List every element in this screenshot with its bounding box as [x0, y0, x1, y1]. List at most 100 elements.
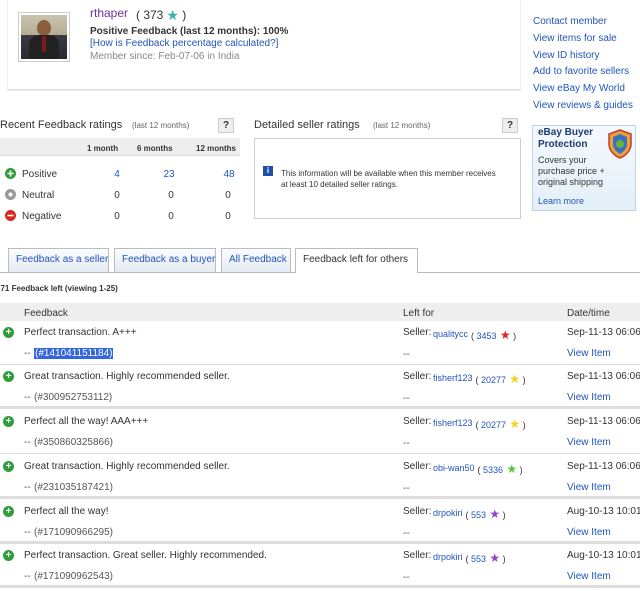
recent-ratings-help-button[interactable]: ? [218, 118, 234, 133]
add-favorite-link[interactable]: Add to favorite sellers [533, 64, 640, 81]
header-left-for: Left for [403, 308, 435, 319]
item-number: (#171090962543) [34, 571, 113, 582]
rating-label-negative: Negative [22, 211, 62, 222]
feedback-comment: Great transaction. Highly recommended se… [24, 461, 230, 472]
view-item-link[interactable]: View Item [567, 437, 611, 448]
seller-label: Seller: [403, 550, 432, 561]
negative-6-months: 0 [168, 211, 174, 222]
left-for-dash: -- [403, 528, 410, 539]
avatar[interactable] [18, 12, 70, 62]
detailed-ratings-title: Detailed seller ratings [254, 119, 360, 131]
shield-icon [608, 129, 632, 159]
seller-label: Seller: [403, 371, 432, 382]
how-calculated-link[interactable]: [How is Feedback percentage calculated?] [90, 38, 278, 49]
header-feedback: Feedback [24, 308, 68, 319]
feedback-date: Sep-11-13 06:06 [567, 371, 640, 382]
positive-icon: + [3, 506, 14, 517]
learn-more-link[interactable]: Learn more [538, 196, 584, 206]
view-item-link[interactable]: View Item [567, 571, 611, 582]
positive-1-month[interactable]: 4 [107, 169, 127, 180]
view-my-world-link[interactable]: View eBay My World [533, 81, 640, 98]
seller-label: Seller: [403, 506, 432, 517]
feedback-comment: Perfect all the way! AAA+++ [24, 416, 149, 427]
seller-score-value[interactable]: 553 [471, 554, 486, 564]
view-id-history-link[interactable]: View ID history [533, 48, 640, 65]
tab-feedback-left-for-others[interactable]: Feedback left for others [295, 248, 418, 273]
member-actions: Contact member View items for sale View … [533, 14, 640, 115]
detailed-ratings-help-button[interactable]: ? [502, 118, 518, 133]
ad-title: eBay Buyer Protection [538, 127, 594, 150]
view-items-link[interactable]: View items for sale [533, 31, 640, 48]
item-number-prefix: -- [24, 437, 31, 448]
seller-score: ( 20277 ★ ) [475, 417, 526, 431]
negative-1-month: 0 [114, 211, 120, 222]
detailed-ratings-subtitle: (last 12 months) [373, 121, 431, 130]
rating-label-neutral: Neutral [22, 190, 55, 201]
item-number: (#171090966295) [34, 527, 113, 538]
item-number-prefix: -- [24, 527, 31, 538]
positive-icon: + [3, 461, 14, 472]
view-item-link[interactable]: View Item [567, 348, 611, 359]
positive-icon: + [3, 327, 14, 338]
seller-label: Seller: [403, 327, 432, 338]
star-icon: ★ [506, 372, 521, 386]
seller-score: ( 3453 ★ ) [471, 328, 517, 342]
positive-icon: + [3, 416, 14, 427]
seller-score: ( 5336 ★ ) [477, 462, 523, 476]
tab-feedback-as-seller[interactable]: Feedback as a seller [8, 248, 109, 272]
seller-link[interactable]: obi-wan50 [433, 463, 475, 473]
left-for-dash: -- [403, 483, 410, 494]
positive-12-months[interactable]: 48 [219, 169, 239, 180]
seller-score: ( 553 ★ ) [465, 507, 506, 521]
view-item-link[interactable]: View Item [567, 392, 611, 403]
star-icon: ★ [506, 417, 521, 431]
tab-all-feedback[interactable]: All Feedback [221, 248, 291, 272]
star-icon: ★ [166, 7, 179, 23]
ad-text: Covers your purchase price + original sh… [538, 155, 605, 187]
detailed-ratings-message: This information will be available when … [281, 169, 496, 189]
seller-score-value[interactable]: 553 [471, 510, 486, 520]
seller-link[interactable]: drpokiri [433, 508, 463, 518]
view-item-link[interactable]: View Item [567, 527, 611, 538]
feedback-comment: Great transaction. Highly recommended se… [24, 371, 230, 382]
tab-feedback-as-buyer[interactable]: Feedback as a buyer [114, 248, 216, 272]
positive-6-months[interactable]: 23 [159, 169, 179, 180]
username-link[interactable]: rthaper [90, 6, 128, 20]
feedback-comment: Perfect all the way! [24, 506, 109, 517]
seller-score: ( 20277 ★ ) [475, 372, 526, 386]
item-number-prefix: -- [24, 348, 31, 359]
star-icon: ★ [486, 551, 501, 565]
seller-link[interactable]: drpokiri [433, 552, 463, 562]
positive-icon [5, 168, 16, 179]
seller-link[interactable]: qualitycc [433, 329, 468, 339]
feedback-date: Sep-11-13 06:06 [567, 461, 640, 472]
seller-link[interactable]: fisherf123 [433, 373, 473, 383]
table-header [0, 303, 640, 321]
rating-label-positive: Positive [22, 169, 58, 180]
view-item-link[interactable]: View Item [567, 482, 611, 493]
item-number-prefix: -- [24, 571, 31, 582]
member-since-text: Member since: Feb-07-06 in India [90, 51, 240, 62]
seller-score-value[interactable]: 5336 [483, 465, 503, 475]
feedback-date: Sep-11-13 06:06 [567, 416, 640, 427]
seller-score-value[interactable]: 3453 [477, 331, 497, 341]
item-number: (#300952753112) [34, 392, 113, 403]
left-for-dash: -- [403, 349, 410, 360]
positive-icon: + [3, 371, 14, 382]
neutral-6-months: 0 [168, 190, 174, 201]
neutral-icon [5, 189, 16, 200]
feedback-date: Aug-10-13 10:01 [567, 550, 640, 561]
seller-score-value[interactable]: 20277 [481, 375, 506, 385]
seller-label: Seller: [403, 461, 432, 472]
contact-member-link[interactable]: Contact member [533, 14, 640, 31]
seller-link[interactable]: fisherf123 [433, 418, 473, 428]
feedback-comment: Perfect transaction. A+++ [24, 327, 137, 338]
feedback-count: 371 Feedback left (viewing 1-25) [0, 284, 118, 293]
left-for-dash: -- [403, 438, 410, 449]
neutral-12-months: 0 [225, 190, 231, 201]
item-number-prefix: -- [24, 482, 31, 493]
recent-ratings-title: Recent Feedback ratings [0, 119, 123, 131]
view-reviews-link[interactable]: View reviews & guides [533, 98, 640, 115]
seller-score-value[interactable]: 20277 [481, 420, 506, 430]
item-number: (#141041151184) [34, 348, 114, 359]
